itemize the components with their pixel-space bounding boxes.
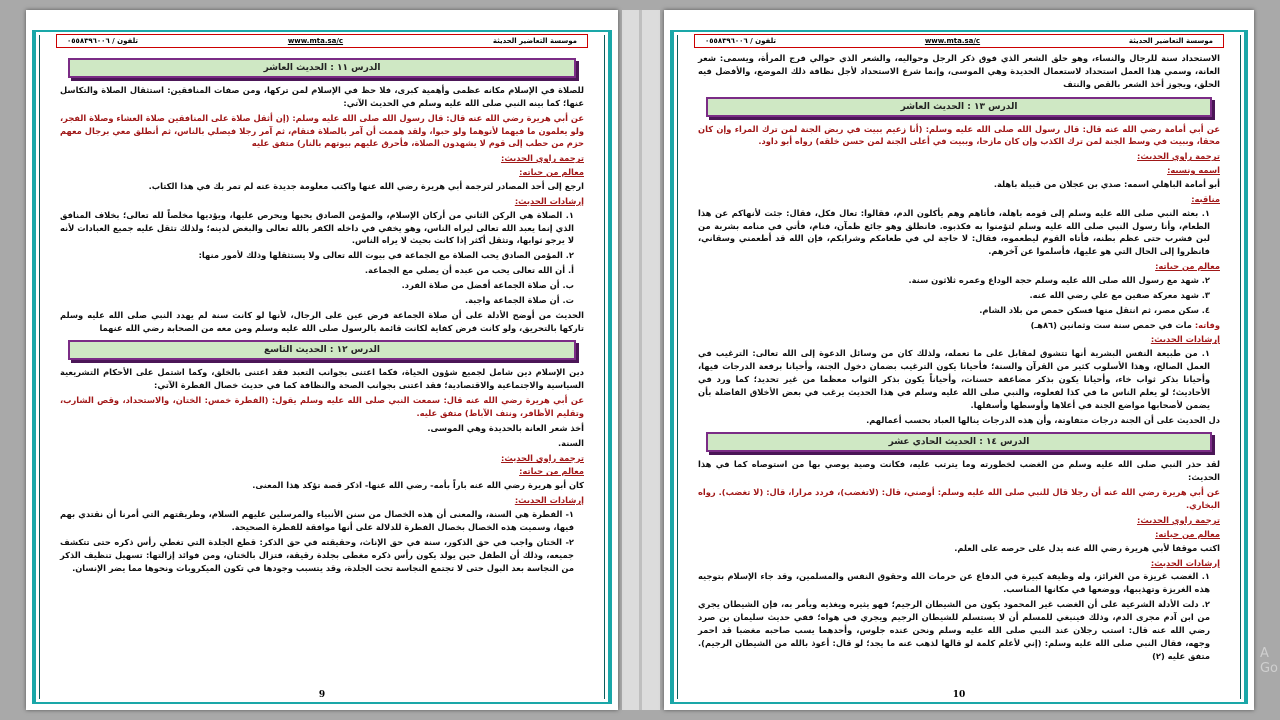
death-text: مات في حمص سنة ست وثمانين (٨٦هـ) [1030, 319, 1192, 330]
page-content: الدرس ١١ : الحديث العاشر للصلاة في الإسل… [60, 52, 584, 686]
page-9: موسسة التعاضير الحديثة www.mta.sa/c تلفو… [26, 10, 618, 710]
header-phone: تلفون / ٠٥٥٨٣٩٦٠٠٦ [705, 37, 777, 45]
narrator-heading: ترجمة راوي الحديث: [1137, 514, 1220, 525]
features-text: ارجع إلى أحد المصادر لترجمة أبي هريرة رض… [148, 181, 584, 192]
guidance-subitem: أ. أن الله تعالى يحب من عبده أن يصلي مع … [364, 265, 574, 276]
guidance-heading: إرشادات الحديث: [514, 495, 584, 506]
narrator-heading: ترجمة راوي الحديث: [501, 452, 584, 463]
guidance-heading: إرشادات الحديث: [514, 195, 584, 206]
lesson-banner: الدرس ١٤ : الحديث الحادي عشر [706, 432, 1212, 453]
features-heading: معالم من حياته: [1155, 528, 1220, 539]
features-heading: معالم من حياته: [1155, 261, 1220, 272]
header-phone: تلفون / ٠٥٥٨٣٩٦٠٠٦ [67, 37, 139, 45]
guidance-item: ٢. دلت الأدلة الشرعية على أن الغضب غير ا… [698, 599, 1210, 661]
lesson-banner: الدرس ١٢ : الحديث التاسع [68, 340, 576, 361]
closing-text: الحديث من أوضح الأدلة على أن صلاة الجماع… [60, 309, 584, 333]
hadith-text: عن أبي هريرة رضي الله عنه قال: قال رسول … [60, 112, 584, 149]
features-text: كان أبو هريرة رضي الله عنه باراً بأمه- ر… [252, 480, 584, 491]
header-url[interactable]: www.mta.sa/c [288, 37, 343, 45]
hadith-text: عن أبي هريرة رضي الله عنه أن رجلا قال لل… [698, 487, 1220, 511]
guidance-item: ٢- الختان واجب في حق الذكور، سنة في حق ا… [60, 536, 574, 573]
guidance-heading: إرشادات الحديث: [1150, 334, 1220, 345]
name-heading: اسمه ونسبه: [1167, 165, 1220, 176]
page-header: موسسة التعاضير الحديثة www.mta.sa/c تلفو… [694, 34, 1224, 48]
guidance-item: ٢. المؤمن الصادق يحب الصلاة مع الجماعة ف… [198, 250, 574, 261]
narrator-heading: ترجمة راوي الحديث: [501, 153, 584, 164]
death-heading: وفاته: [1194, 319, 1220, 330]
activation-watermark: A Go [1259, 646, 1278, 676]
guidance-heading: إرشادات الحديث: [1150, 557, 1220, 568]
name-text: أبو أمامة الباهلي اسمه: صدي بن عجلان من … [993, 179, 1220, 190]
guidance-subitem: ت. أن صلاة الجماعة واجبة. [464, 294, 574, 305]
continued-text: الاستحداد سنة للرجال والنساء، وهو حلق ال… [698, 53, 1220, 89]
lesson-banner: الدرس ١١ : الحديث العاشر [68, 58, 576, 78]
hadith-text: عن أبي هريرة رضي الله عنه قال: سمعت النب… [60, 395, 584, 419]
page-10: موسسة التعاضير الحديثة www.mta.sa/c تلفو… [664, 10, 1254, 710]
virtue-item: ٣. شهد معركة صفين مع علي رضي الله عنه. [1029, 289, 1210, 300]
lesson-intro: للصلاة في الإسلام مكانه عظمى وأهمية كبرى… [60, 85, 584, 108]
page-header: موسسة التعاضير الحديثة www.mta.sa/c تلفو… [56, 34, 588, 48]
guidance-subitem: ب. أن صلاة الجماعة أفضل من صلاة الفرد. [401, 280, 574, 291]
virtue-item: ١. بعثه النبي صلى الله عليه وسلم إلى قوم… [698, 207, 1210, 257]
definition-text: السنة. [558, 437, 584, 448]
lesson-intro: دين الإسلام دين شامل لجميع شؤون الحياة، … [60, 367, 584, 391]
features-heading: معالم من حياته: [519, 466, 584, 477]
guidance-item: ١. الصلاة هي الركن الثاني من أركان الإسل… [60, 209, 574, 246]
guidance-item: ١- الفطرة هي السنة، والمعنى أن هذه الخصا… [60, 509, 574, 532]
lesson-banner: الدرس ١٣ : الحديث العاشر [706, 96, 1212, 117]
guidance-item: ١. الغضب غريزة من الغرائز، وله وظيفة كبي… [698, 571, 1210, 595]
guidance-conclusion: دل الحديث على أن الجنة درجات متفاوتة، وأ… [866, 414, 1220, 425]
virtues-heading: مناقبه: [1191, 193, 1220, 204]
hadith-text: عن أبي أمامة رضي الله عنه قال: قال رسول … [698, 123, 1220, 147]
header-url[interactable]: www.mta.sa/c [925, 37, 980, 45]
features-heading: معالم من حياته: [519, 167, 584, 178]
book-spine [639, 10, 642, 710]
header-org: موسسة التعاضير الحديثة [492, 37, 577, 45]
virtue-item: ٤. سكن مصر، ثم انتقل منها فسكن حمص من بل… [979, 304, 1210, 315]
header-org: موسسة التعاضير الحديثة [1128, 37, 1213, 45]
page-number: 10 [952, 690, 966, 700]
page-content: الاستحداد سنة للرجال والنساء، وهو حلق ال… [698, 52, 1220, 686]
virtue-item: ٢. شهد مع رسول الله صلى الله عليه وسلم ح… [908, 275, 1211, 286]
narrator-heading: ترجمة راوي الحديث: [1137, 151, 1220, 162]
death-line: وفاته: مات في حمص سنة ست وثمانين (٨٦هـ) [698, 319, 1220, 332]
guidance-item: ١. من طبيعة النفس البشرية أنها تتشوق لمق… [698, 348, 1210, 410]
page-number: 9 [318, 690, 326, 700]
features-text: اكتب موقفا لأبي هريرة رضي الله عنه يدل ع… [954, 542, 1220, 553]
lesson-intro: لقد حذر النبي صلى الله عليه وسلم من الغض… [698, 459, 1220, 483]
definition-text: أخذ شعر العانة بالحديدة وهي الموسى. [427, 422, 584, 433]
